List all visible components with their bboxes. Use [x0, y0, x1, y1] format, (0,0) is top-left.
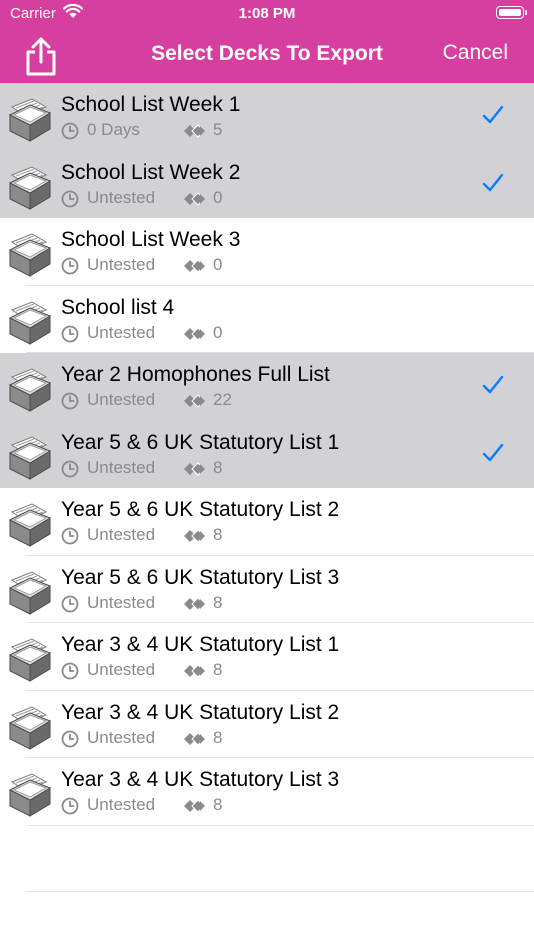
deck-row[interactable]: Year 5 & 6 UK Statutory List 1 Untested … [0, 420, 534, 488]
cards-icon [184, 731, 205, 746]
status-bar: Carrier 1:08 PM [0, 0, 534, 28]
deck-card-count: 5 [213, 120, 223, 139]
cards-icon [184, 326, 205, 341]
clock-icon [61, 460, 79, 477]
clock-icon [61, 527, 79, 545]
deck-title: Year 5 & 6 UK Statutory List 2 [61, 498, 340, 521]
deck-row[interactable]: Year 5 & 6 UK Statutory List 3 Untested … [0, 555, 534, 623]
card-box-icon [8, 300, 52, 345]
deck-card-count: 22 [213, 390, 232, 409]
deck-row[interactable]: Year 3 & 4 UK Statutory List 2 Untested … [0, 690, 534, 758]
deck-title: School list 4 [61, 295, 175, 319]
clock-icon [61, 797, 79, 815]
clock-icon [61, 257, 79, 275]
cards-icon [184, 259, 205, 273]
card-box-icon [8, 638, 52, 682]
card-box-icon [8, 503, 52, 547]
deck-card-count: 0 [213, 187, 223, 207]
cards-icon [184, 461, 205, 476]
card-box-icon [8, 705, 52, 750]
deck-status: Untested [87, 592, 156, 612]
clock-icon [61, 122, 79, 140]
deck-row[interactable]: School List Week 1 0 Days 5 [0, 83, 534, 151]
deck-status: Untested [87, 322, 156, 342]
cards-icon [184, 529, 205, 543]
card-box-icon [8, 368, 52, 412]
checkmark-icon [482, 443, 504, 461]
deck-card-count: 8 [213, 727, 223, 747]
deck-title: School List Week 1 [61, 93, 241, 116]
checkmark-icon [482, 105, 504, 124]
deck-card-count: 8 [213, 660, 223, 679]
clock-icon [61, 392, 79, 410]
deck-status: Untested [87, 727, 156, 747]
cards-icon [184, 664, 205, 678]
card-box-icon [8, 570, 52, 615]
clock-icon [61, 325, 79, 342]
list-divider [26, 891, 534, 892]
deck-status: Untested [87, 390, 156, 409]
deck-row[interactable]: School list 4 Untested 0 [0, 285, 534, 353]
deck-row[interactable]: Year 3 & 4 UK Statutory List 3 Untested … [0, 758, 534, 826]
battery-icon [496, 6, 527, 19]
card-box-icon [8, 435, 52, 480]
deck-card-count: 0 [213, 322, 223, 342]
clock-icon [61, 662, 79, 680]
checkmark-icon [482, 173, 504, 191]
deck-status: Untested [87, 660, 156, 679]
cards-icon [184, 596, 205, 611]
clock-icon [61, 595, 79, 612]
top-bar: Carrier 1:08 PM Select Decks To Export C… [0, 0, 534, 83]
deck-card-count: 8 [213, 795, 223, 814]
cards-icon [184, 191, 205, 206]
card-box-icon [8, 98, 52, 142]
deck-status: Untested [87, 795, 156, 814]
deck-card-count: 8 [213, 525, 223, 544]
deck-status: Untested [87, 187, 156, 207]
deck-title: School List Week 3 [61, 228, 241, 251]
deck-row[interactable]: Year 2 Homophones Full List Untested 22 [0, 353, 534, 421]
card-box-icon [8, 233, 52, 277]
deck-status: Untested [87, 255, 156, 274]
clock-icon [61, 190, 79, 207]
deck-title: School List Week 2 [61, 160, 241, 184]
card-box-icon [8, 165, 52, 210]
deck-card-count: 8 [213, 592, 223, 612]
deck-row[interactable]: School List Week 2 Untested 0 [0, 150, 534, 218]
checkmark-icon [482, 375, 504, 394]
deck-card-count: 8 [213, 457, 223, 477]
row-divider [26, 824, 534, 826]
deck-status: Untested [87, 457, 156, 477]
deck-list: School List Week 1 0 Days 5 School List … [0, 83, 534, 826]
card-box-icon [8, 773, 52, 817]
deck-title: Year 5 & 6 UK Statutory List 3 [61, 565, 340, 589]
cards-icon [184, 124, 205, 138]
deck-title: Year 5 & 6 UK Statutory List 1 [61, 430, 340, 454]
clock-icon [61, 730, 79, 747]
deck-status: Untested [87, 525, 156, 544]
cancel-button[interactable]: Cancel [443, 41, 508, 65]
deck-title: Year 3 & 4 UK Statutory List 1 [61, 633, 340, 656]
deck-title: Year 3 & 4 UK Statutory List 3 [61, 768, 340, 791]
navigation-bar: Select Decks To Export Cancel [0, 28, 534, 83]
deck-title: Year 2 Homophones Full List [61, 363, 330, 386]
deck-row[interactable]: Year 3 & 4 UK Statutory List 1 Untested … [0, 623, 534, 691]
deck-status: 0 Days [87, 120, 140, 139]
status-time: 1:08 PM [238, 5, 296, 22]
deck-row[interactable]: Year 5 & 6 UK Statutory List 2 Untested … [0, 488, 534, 556]
deck-title: Year 3 & 4 UK Statutory List 2 [61, 700, 340, 724]
cards-icon [184, 394, 205, 408]
cards-icon [184, 799, 205, 813]
deck-card-count: 0 [213, 255, 223, 274]
deck-row[interactable]: School List Week 3 Untested 0 [0, 218, 534, 286]
